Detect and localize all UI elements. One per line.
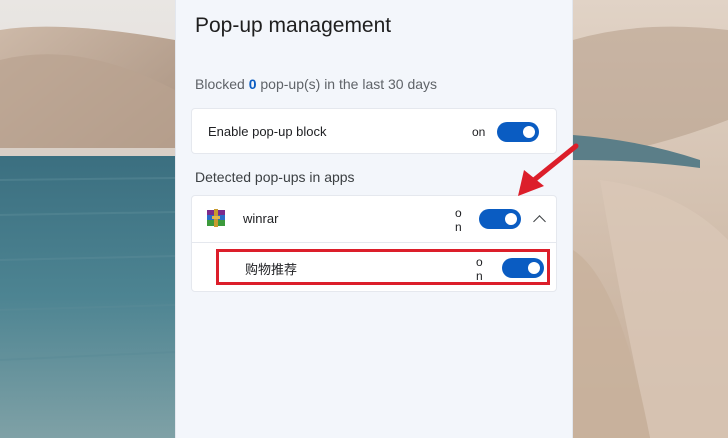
enable-popup-block-state: on bbox=[472, 125, 486, 139]
red-arrow-annotation bbox=[518, 143, 579, 196]
winrar-icon bbox=[207, 209, 225, 227]
chevron-up-icon[interactable] bbox=[533, 215, 546, 228]
detected-section-label: Detected pop-ups in apps bbox=[195, 169, 355, 185]
highlight-box bbox=[216, 249, 550, 285]
app-toggle-winrar[interactable] bbox=[479, 209, 521, 229]
page-title: Pop-up management bbox=[195, 14, 392, 37]
toggle-knob bbox=[523, 126, 535, 138]
app-name-winrar: winrar bbox=[243, 211, 279, 226]
enable-popup-block-toggle[interactable] bbox=[497, 122, 539, 142]
enable-popup-block-card: Enable pop-up block on bbox=[191, 108, 557, 154]
blocked-prefix: Blocked bbox=[195, 76, 249, 92]
enable-popup-block-label: Enable pop-up block bbox=[208, 124, 327, 139]
blocked-suffix: pop-up(s) in the last 30 days bbox=[256, 76, 438, 92]
app-row-winrar[interactable]: winrar on bbox=[192, 196, 556, 243]
toggle-knob bbox=[505, 213, 517, 225]
popup-management-panel: Pop-up management Blocked 0 pop-up(s) in… bbox=[175, 0, 573, 438]
blocked-count: 0 bbox=[248, 76, 257, 92]
app-state-winrar: on bbox=[455, 206, 462, 234]
blocked-summary: Blocked 0 pop-up(s) in the last 30 days bbox=[195, 76, 437, 92]
